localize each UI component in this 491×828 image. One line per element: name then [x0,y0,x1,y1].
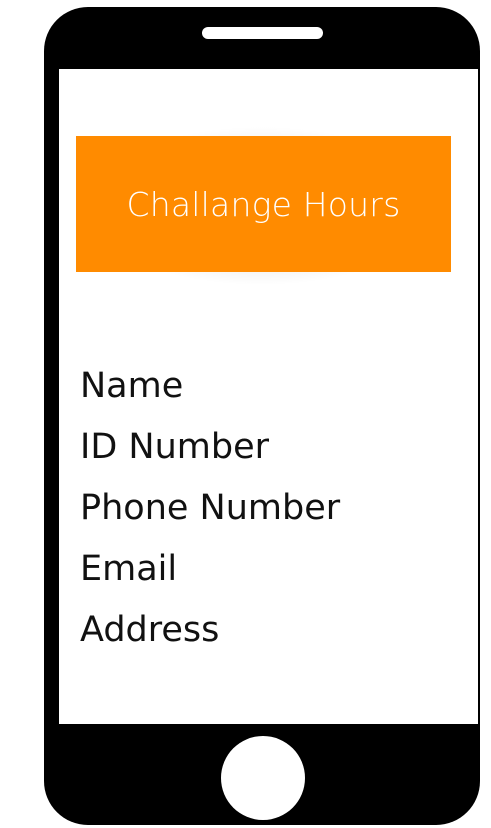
field-email[interactable]: Email [80,539,340,600]
page: Challange Hours Name ID Number Phone Num… [0,0,491,828]
speaker-slot [202,27,323,39]
home-button[interactable] [221,736,305,820]
field-name[interactable]: Name [80,356,340,417]
field-id-number[interactable]: ID Number [80,417,340,478]
header-banner: Challange Hours [76,136,451,272]
field-address[interactable]: Address [80,600,340,661]
field-phone-number[interactable]: Phone Number [80,478,340,539]
field-list: Name ID Number Phone Number Email Addres… [80,356,340,661]
app-title: Challange Hours [126,184,401,224]
